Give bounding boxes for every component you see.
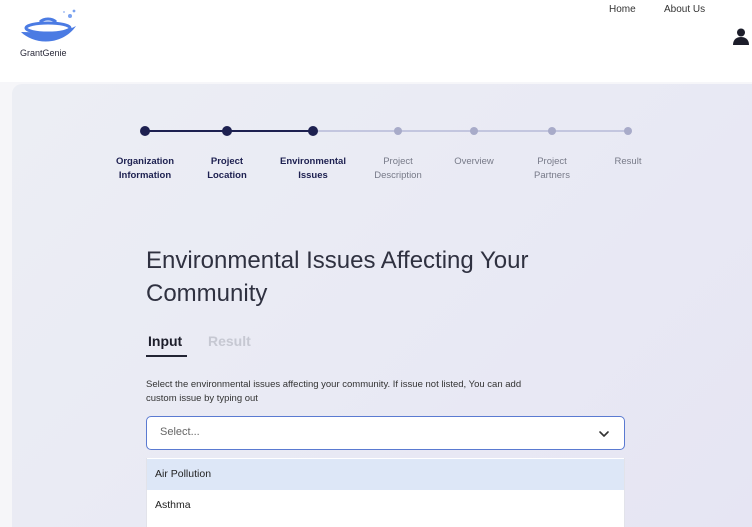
step-label[interactable]: Result — [583, 155, 673, 169]
select-option-asthma[interactable]: Asthma — [147, 490, 624, 521]
step-dot[interactable] — [470, 127, 478, 135]
page-title-line-1: Environmental Issues Affecting Your — [146, 247, 529, 274]
step-label-line-1: Organization — [115, 156, 175, 167]
environmental-issues-select[interactable]: Select... — [146, 416, 625, 450]
select-option-air-pollution[interactable]: Air Pollution — [147, 459, 624, 490]
tab-result[interactable]: Result — [208, 333, 251, 349]
select-instructions-line-2: custom issue by typing out — [146, 393, 258, 404]
active-tab-indicator — [146, 355, 187, 357]
step-dot[interactable] — [140, 126, 150, 136]
step-label-line-1: Project — [210, 156, 244, 167]
step-label-line-2: Information — [118, 170, 172, 181]
step-dot[interactable] — [222, 126, 232, 136]
progress-stepper: Organization Information Project Location En… — [0, 0, 752, 200]
step-label[interactable]: Project Location — [182, 155, 272, 183]
step-label-line-2: Location — [207, 170, 247, 181]
step-connector — [474, 130, 552, 132]
step-dot[interactable] — [394, 127, 402, 135]
step-connector — [313, 130, 398, 132]
step-label-line-1: Environmental — [280, 156, 346, 167]
step-dot[interactable] — [548, 127, 556, 135]
step-connector — [552, 130, 628, 132]
step-label[interactable]: Overview — [429, 155, 519, 169]
step-label-line-1: Result — [614, 156, 642, 167]
step-connector — [398, 130, 474, 132]
page-title-line-2: Community — [146, 280, 268, 307]
chevron-down-icon[interactable] — [598, 429, 610, 439]
page-title: Environmental Issues Affecting Your Comm… — [146, 244, 646, 310]
step-label-line-2: Partners — [534, 170, 570, 181]
tab-input[interactable]: Input — [148, 333, 182, 349]
step-label-line-1: Overview — [454, 156, 494, 167]
select-options-list: Air Pollution Asthma — [146, 458, 625, 527]
step-label-line-2: Issues — [298, 170, 328, 181]
step-label[interactable]: Organization Information — [100, 155, 190, 183]
select-placeholder: Select... — [160, 426, 200, 438]
step-label[interactable]: Environmental Issues — [268, 155, 358, 183]
step-dot[interactable] — [308, 126, 318, 136]
select-instructions-line-1: Select the environmental issues affectin… — [146, 379, 522, 390]
step-connector — [145, 130, 227, 132]
select-instructions: Select the environmental issues affectin… — [146, 378, 626, 406]
step-connector — [227, 130, 313, 132]
step-label-line-2: Description — [374, 170, 422, 181]
step-dot[interactable] — [624, 127, 632, 135]
